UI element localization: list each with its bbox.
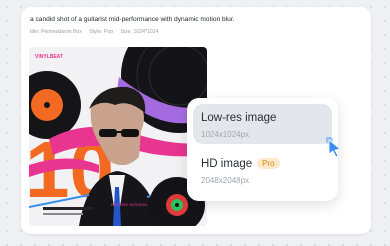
poster-artwork: 10 VINYLBEAT RECORD SESSION (29, 47, 207, 226)
generated-image[interactable]: 10 VINYLBEAT RECORD SESSION (29, 47, 207, 226)
option-low-res-size: 1024x1024px (201, 130, 250, 139)
poster-caption: RECORD SESSION (111, 202, 147, 207)
pro-badge: Pro (257, 158, 280, 169)
meta-title: title: Penteuklaron Box (30, 29, 82, 35)
option-low-res[interactable]: Low-res image 1024x1024px (193, 104, 341, 158)
meta-size: Size: 1024*1024 (120, 29, 159, 35)
image-result-card: a candid shot of a guitarist mid-perform… (21, 7, 371, 234)
option-hd[interactable]: HD image Pro 2048x2048px (193, 150, 332, 190)
option-low-res-title: Low-res image (201, 112, 277, 124)
prompt-text: a candid shot of a guitarist mid-perform… (30, 16, 235, 23)
option-hd-label: HD image (201, 158, 253, 170)
resolution-menu: Low-res image 1024x1024px HD image Pro 20… (187, 98, 341, 201)
option-hd-size: 2048x2048px (201, 176, 250, 185)
poster-brand: VINYLBEAT (35, 54, 63, 60)
image-meta: title: Penteuklaron Box Style: Pop Size:… (30, 29, 165, 35)
meta-style: Style: Pop (89, 29, 114, 35)
option-hd-title: HD image Pro (201, 158, 280, 170)
